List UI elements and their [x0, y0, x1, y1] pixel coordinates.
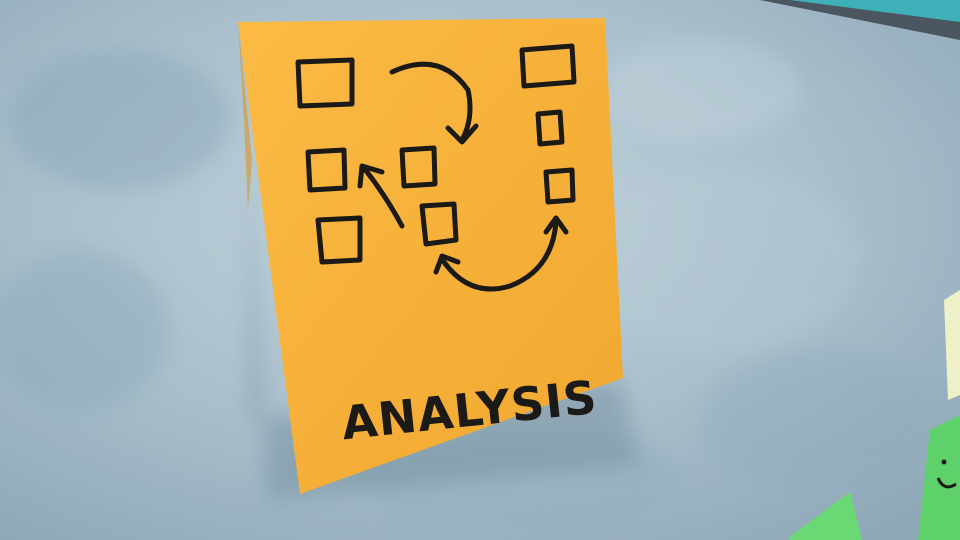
- photo-scene: ANALYSIS: [0, 0, 960, 540]
- photo-canvas: ANALYSIS: [0, 0, 960, 540]
